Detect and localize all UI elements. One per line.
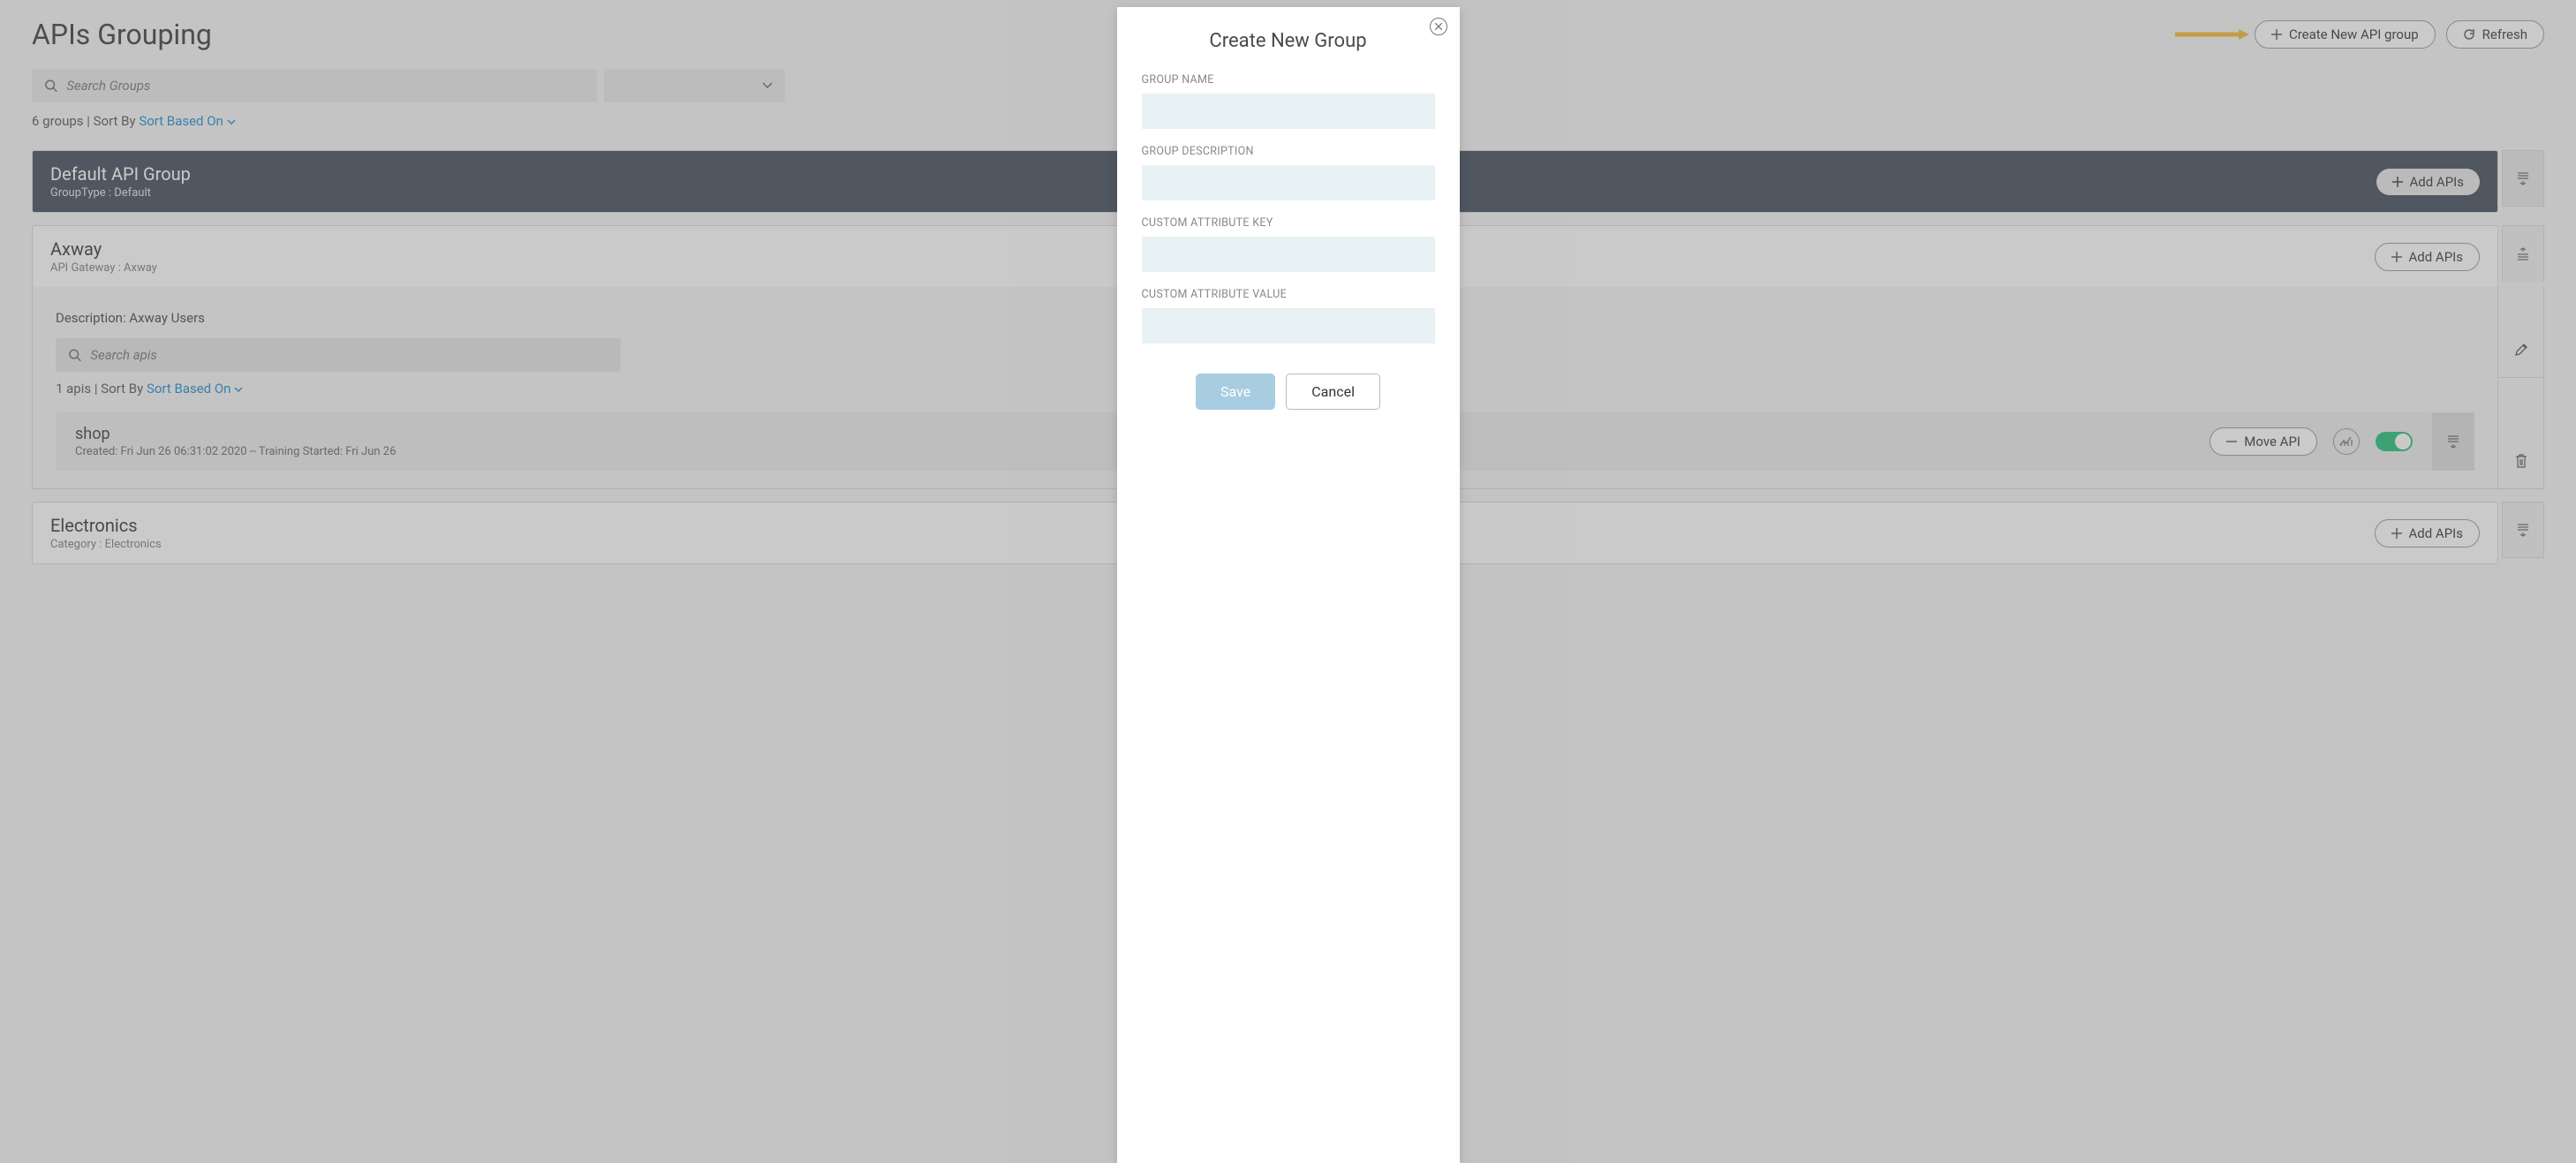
group-name-input[interactable] <box>1142 94 1435 129</box>
modal-title: Create New Group <box>1142 30 1435 52</box>
custom-attr-value-input[interactable] <box>1142 308 1435 344</box>
save-button[interactable]: Save <box>1196 374 1275 410</box>
create-group-modal: Create New Group GROUP NAME GROUP DESCRI… <box>1117 7 1460 1163</box>
custom-attr-key-input[interactable] <box>1142 237 1435 272</box>
group-description-input[interactable] <box>1142 165 1435 200</box>
close-icon <box>1435 23 1442 30</box>
cancel-button[interactable]: Cancel <box>1286 374 1380 410</box>
custom-attr-value-label: CUSTOM ATTRIBUTE VALUE <box>1142 288 1435 301</box>
group-name-label: GROUP NAME <box>1142 73 1435 87</box>
custom-attr-key-label: CUSTOM ATTRIBUTE KEY <box>1142 216 1435 230</box>
close-modal-button[interactable] <box>1430 18 1447 35</box>
group-description-label: GROUP DESCRIPTION <box>1142 145 1435 158</box>
